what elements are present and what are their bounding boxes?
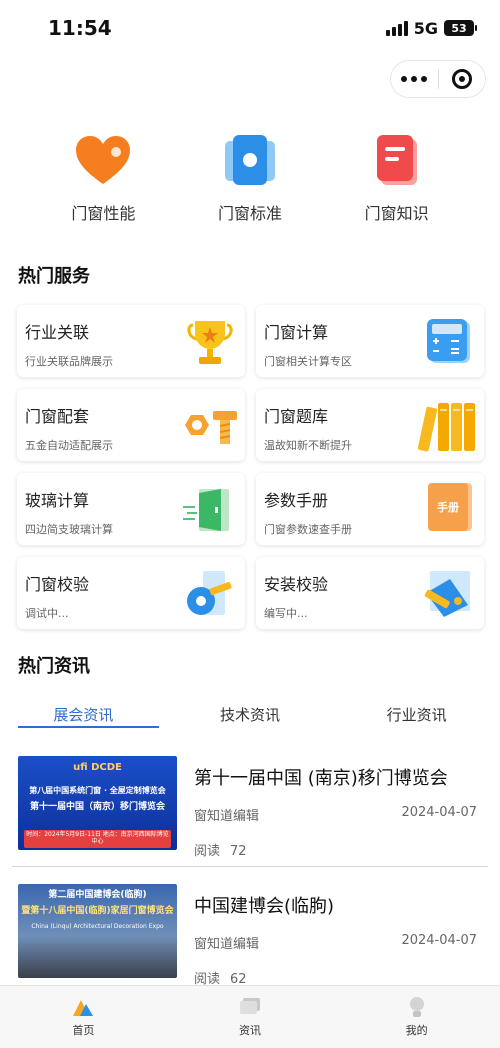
battery-icon: 53	[444, 20, 477, 36]
bottom-tab-bar: 首页 资讯 我的	[0, 985, 500, 1048]
status-time: 11:54	[48, 16, 112, 40]
miniprogram-capsule	[390, 60, 486, 98]
news-icon	[240, 998, 260, 1014]
thumb-line3: China (Linqu) Architectural Decoration E…	[31, 923, 164, 930]
signal-icon	[385, 20, 408, 36]
thumb-line2: 第十一届中国（南京）移门博览会	[29, 802, 165, 812]
tab-tech-news[interactable]: 技术资讯	[167, 700, 334, 728]
service-card-install-check[interactable]: 安装校验 编写中...	[256, 557, 484, 629]
news-thumbnail: 第二届中国建博会(临朐) 暨第十八届中国(临朐)家居门窗博览会 China (L…	[18, 884, 177, 978]
reads-count: 72	[230, 844, 247, 859]
news-tabs: 展会资讯 技术资讯 行业资讯	[0, 700, 500, 728]
service-card-window-check[interactable]: 门窗校验 调试中...	[17, 557, 245, 629]
more-dots-icon	[401, 76, 428, 82]
news-item[interactable]: ufi DCDE 第八届中国系统门窗 · 全屋定制博览会 第十一届中国（南京）移…	[0, 756, 500, 874]
thumb-logo: ufi DCDE	[73, 762, 122, 773]
hot-news-title: 热门资讯	[18, 656, 90, 677]
close-miniprogram-button[interactable]	[439, 61, 486, 97]
tabbar-label: 首页	[72, 1024, 95, 1037]
news-divider	[12, 866, 488, 867]
books-icon	[418, 403, 475, 452]
measure-window-icon	[424, 571, 470, 617]
trophy-icon	[187, 321, 233, 364]
thumb-line1: 第八届中国系统门窗 · 全屋定制博览会	[29, 786, 166, 795]
calculator-icon	[427, 319, 470, 363]
tabbar-label: 我的	[405, 1024, 428, 1037]
news-date: 2024-04-07	[401, 933, 477, 948]
thumb-line3: 时间：2024年5月9日-11日 地点：南京河西国际博览中心	[24, 830, 171, 848]
profile-icon	[409, 997, 424, 1017]
news-date: 2024-04-07	[401, 805, 477, 820]
nav-label: 门窗性能	[71, 204, 136, 223]
tabbar-profile[interactable]: 我的	[333, 986, 500, 1048]
book-icon	[367, 130, 427, 190]
more-button[interactable]	[391, 61, 438, 97]
nav-label: 门窗知识	[364, 204, 429, 223]
news-thumbnail: ufi DCDE 第八届中国系统门窗 · 全屋定制博览会 第十一届中国（南京）移…	[18, 756, 177, 850]
tabbar-home[interactable]: 首页	[0, 986, 167, 1048]
tabbar-label: 资讯	[239, 1024, 261, 1037]
nav-item-standard[interactable]: 门窗标准	[190, 130, 310, 224]
handbook-icon: 手册	[428, 483, 468, 531]
handbook-icon-text: 手册	[437, 501, 459, 514]
news-author: 窗知道编辑	[194, 809, 260, 824]
top-nav: 门窗性能 门窗标准 门窗知识	[0, 130, 500, 224]
service-card-industry[interactable]: 行业关联 行业关联品牌展示	[17, 305, 245, 377]
nav-item-knowledge[interactable]: 门窗知识	[337, 130, 457, 224]
services-grid: 行业关联 行业关联品牌展示 门窗计算 门窗相关计算专区 门窗配套 五金自动适配展…	[17, 305, 484, 629]
news-title: 第十一届中国 (南京)移门博览会	[194, 768, 448, 789]
tape-measure-icon	[187, 571, 232, 615]
thumb-line2: 暨第十八届中国(临朐)家居门窗博览会	[21, 906, 174, 916]
status-indicators: 5G 53	[385, 18, 477, 38]
door-icon	[183, 489, 229, 531]
home-icon	[73, 1000, 94, 1016]
service-card-calculation[interactable]: 门窗计算 门窗相关计算专区	[256, 305, 484, 377]
service-card-handbook[interactable]: 参数手册 门窗参数速查手册 手册	[256, 473, 484, 545]
tab-industry-news[interactable]: 行业资讯	[333, 700, 500, 728]
tab-exhibition-news[interactable]: 展会资讯	[0, 700, 167, 728]
target-icon	[451, 69, 472, 89]
thumb-line1: 第二届中国建博会(临朐)	[48, 890, 147, 900]
cards-icon	[220, 130, 280, 190]
news-reads: 阅读 72	[194, 840, 247, 859]
reads-label: 阅读	[194, 844, 221, 859]
hot-services-title: 热门服务	[18, 266, 90, 287]
nav-label: 门窗标准	[217, 204, 282, 223]
heart-icon	[73, 130, 133, 190]
service-card-accessories[interactable]: 门窗配套 五金自动适配展示	[17, 389, 245, 461]
news-title: 中国建博会(临朐)	[194, 896, 335, 917]
tabbar-news[interactable]: 资讯	[167, 986, 334, 1048]
bolt-nut-icon	[185, 411, 237, 444]
nav-item-performance[interactable]: 门窗性能	[43, 130, 163, 224]
status-bar: 11:54 5G 53	[0, 0, 500, 56]
service-card-question-bank[interactable]: 门窗题库 温故知新不断提升	[256, 389, 484, 461]
network-type: 5G	[413, 18, 438, 38]
news-author: 窗知道编辑	[194, 937, 260, 952]
service-card-glass-calc[interactable]: 玻璃计算 四边简支玻璃计算	[17, 473, 245, 545]
